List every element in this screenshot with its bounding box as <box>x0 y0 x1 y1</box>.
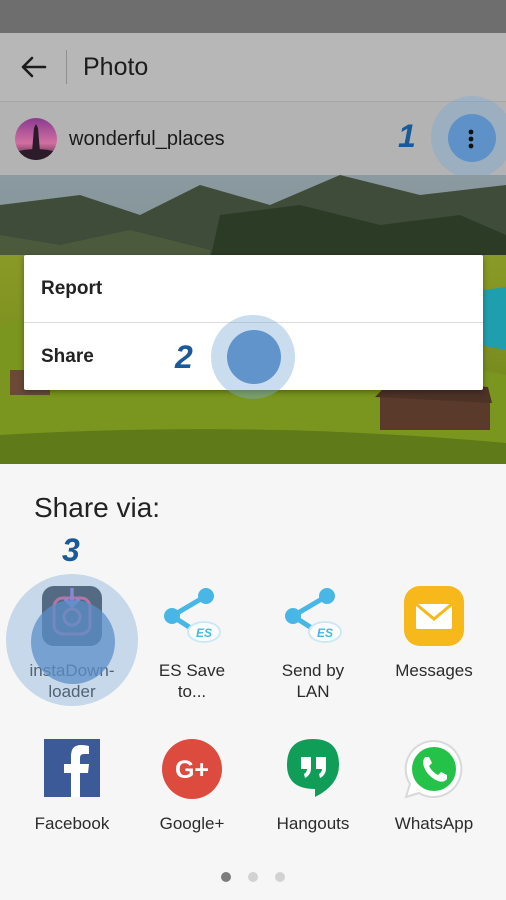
page-dot <box>275 872 285 882</box>
share-app-label: Messages <box>395 661 473 680</box>
share-app-hangouts[interactable]: Hangouts <box>253 737 373 834</box>
share-app-label: Send by LAN <box>281 661 345 701</box>
share-app-facebook[interactable]: Facebook <box>12 737 132 834</box>
back-arrow-icon <box>21 56 47 78</box>
es-save-icon: ES <box>160 584 224 648</box>
step-number-2: 2 <box>175 339 193 375</box>
step-number-3: 3 <box>62 532 80 568</box>
appbar-divider <box>66 50 67 84</box>
whatsapp-icon <box>402 737 466 801</box>
avatar[interactable] <box>15 118 57 160</box>
share-app-messages[interactable]: Messages <box>374 584 494 681</box>
share-app-send-by-lan[interactable]: ES Send by LAN <box>253 584 373 702</box>
page-dot <box>248 872 258 882</box>
share-app-label: Google+ <box>159 814 225 833</box>
page-dot-active <box>221 872 231 882</box>
share-app-label: Hangouts <box>276 814 350 833</box>
back-button[interactable] <box>0 33 66 101</box>
app-bar: Photo <box>0 33 506 101</box>
share-app-label: WhatsApp <box>394 814 474 833</box>
share-page-indicator <box>0 872 506 882</box>
step-number-1: 1 <box>398 118 416 154</box>
messages-icon <box>402 584 466 648</box>
username[interactable]: wonderful_places <box>69 128 225 151</box>
share-sheet: Share via: 3 instaDown- loader ES ES <box>0 464 506 900</box>
share-app-label: Facebook <box>34 814 110 833</box>
share-sheet-title: Share via: <box>34 492 161 523</box>
page-title: Photo <box>83 52 149 81</box>
share-app-whatsapp[interactable]: WhatsApp <box>374 737 494 834</box>
svg-text:ES: ES <box>196 626 212 640</box>
es-lan-icon: ES <box>281 584 345 648</box>
menu-item-report[interactable]: Report <box>24 255 483 322</box>
facebook-icon <box>40 737 104 801</box>
google-plus-icon: G+ <box>160 737 224 801</box>
hangouts-icon <box>281 737 345 801</box>
more-options-button[interactable] <box>447 115 495 163</box>
status-bar <box>0 0 506 33</box>
tap-highlight-dot <box>227 330 281 384</box>
post-header: wonderful_places <box>0 96 506 178</box>
tap-highlight-dot <box>31 600 115 684</box>
more-vertical-icon <box>468 129 474 149</box>
svg-text:ES: ES <box>317 626 333 640</box>
share-app-es-save[interactable]: ES ES Save to... <box>132 584 252 702</box>
svg-text:G+: G+ <box>175 756 209 784</box>
share-app-label: ES Save to... <box>158 661 226 701</box>
share-app-google-plus[interactable]: G+ Google+ <box>132 737 252 834</box>
